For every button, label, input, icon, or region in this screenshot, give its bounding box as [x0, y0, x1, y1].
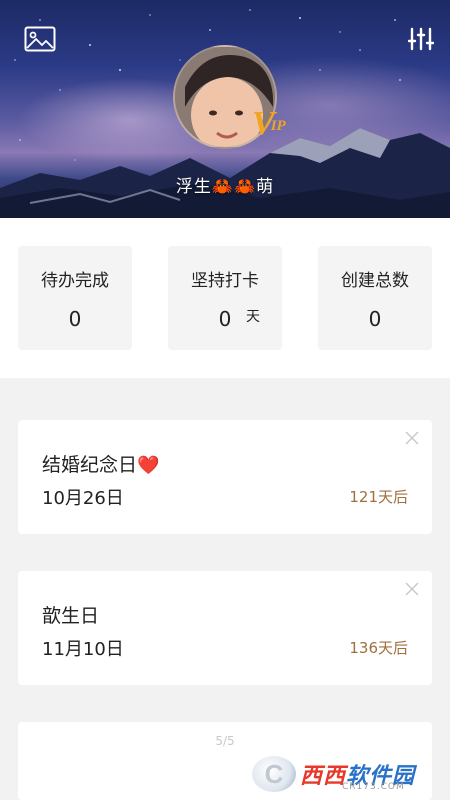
event-card[interactable]: 歆生日 11月10日 136天后 — [18, 571, 432, 685]
event-countdown: 121天后 — [349, 488, 408, 506]
background-image-button[interactable] — [23, 24, 57, 54]
close-icon[interactable] — [404, 430, 420, 446]
stat-value: 0 — [68, 307, 82, 331]
vip-badge: VIP — [252, 106, 290, 142]
username: 浮生🦀🦀萌 — [175, 177, 275, 197]
event-title-text: 结婚纪念日 — [42, 454, 138, 476]
stat-unit: 天 — [246, 309, 260, 325]
stat-total-created[interactable]: 创建总数 0 — [318, 246, 432, 350]
stat-value: 0 — [368, 307, 382, 331]
stat-value: 0 — [218, 307, 232, 331]
stat-todo-completed[interactable]: 待办完成 0 — [18, 246, 132, 350]
event-title: 歆生日 — [42, 601, 99, 628]
stat-label: 坚持打卡 — [191, 271, 259, 291]
event-countdown: 136天后 — [349, 639, 408, 657]
stats-bar: 待办完成 0 坚持打卡 0 天 创建总数 0 — [0, 218, 450, 378]
stat-label: 待办完成 — [41, 271, 109, 291]
page-indicator: 5/5 — [215, 734, 235, 748]
settings-button[interactable] — [404, 24, 438, 54]
event-date: 10月26日 — [42, 488, 124, 509]
profile-header: VIP 浮生🦀🦀萌 — [0, 0, 450, 218]
watermark-logo-icon: C — [252, 756, 296, 792]
watermark: C 西西软件园 CR173.COM — [252, 754, 432, 794]
vip-badge-ip: IP — [270, 118, 286, 134]
event-card[interactable]: 结婚纪念日❤️ 10月26日 121天后 — [18, 420, 432, 534]
event-date: 11月10日 — [42, 639, 124, 660]
watermark-url: CR173.COM — [342, 782, 405, 792]
stat-label: 创建总数 — [341, 271, 409, 291]
close-icon[interactable] — [404, 581, 420, 597]
image-icon — [24, 26, 56, 52]
event-title: 结婚纪念日❤️ — [42, 450, 159, 477]
heart-icon: ❤️ — [137, 455, 160, 476]
watermark-brand-red: 西西 — [300, 764, 347, 789]
settings-sliders-icon — [408, 27, 434, 51]
stat-checkin-days[interactable]: 坚持打卡 0 天 — [168, 246, 282, 350]
event-title-text: 歆生日 — [42, 605, 100, 627]
